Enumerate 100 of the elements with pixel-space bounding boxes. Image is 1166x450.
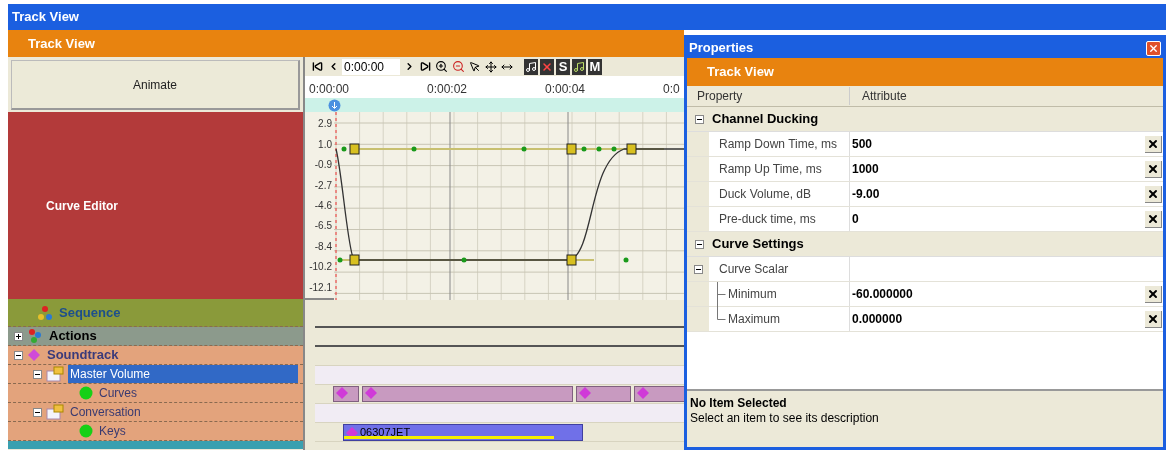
property-name: Ramp Up Time, ms xyxy=(718,161,822,178)
tangent-handle[interactable] xyxy=(341,146,347,152)
track-label[interactable]: Master Volume xyxy=(68,365,298,383)
key-button[interactable] xyxy=(572,58,586,75)
zoom-out-icon xyxy=(452,60,465,73)
clear-button[interactable] xyxy=(1145,160,1162,178)
clip-bar[interactable] xyxy=(333,386,359,402)
clip-label: 06307JET xyxy=(360,425,411,441)
key-marker[interactable] xyxy=(566,143,577,155)
property-name: Curve Scalar xyxy=(718,261,789,278)
track-lane[interactable]: 06307JET xyxy=(315,423,684,442)
collapse-icon[interactable] xyxy=(32,407,42,417)
collapse-icon[interactable] xyxy=(32,369,42,379)
properties-title: Properties xyxy=(689,39,754,58)
clear-button[interactable] xyxy=(1145,310,1162,328)
close-icon xyxy=(1148,42,1159,54)
tangent-handle[interactable] xyxy=(581,146,587,152)
tangent-handle[interactable] xyxy=(521,146,527,152)
clip-bar[interactable] xyxy=(576,386,631,402)
axis-label: -0.9 xyxy=(314,160,332,171)
nodes-icon xyxy=(27,328,43,344)
track-label[interactable]: Curves xyxy=(97,384,139,402)
expand-icon[interactable] xyxy=(13,331,23,341)
properties-header-title: Track View xyxy=(707,63,774,82)
solo-button[interactable]: S xyxy=(556,58,570,75)
diamond-icon xyxy=(27,348,41,362)
collapse-icon[interactable] xyxy=(695,114,704,124)
curve-line[interactable] xyxy=(335,148,684,261)
playhead-line[interactable] xyxy=(335,112,337,300)
time-label: 0:0 xyxy=(663,82,680,96)
key-marker[interactable] xyxy=(566,254,577,266)
description-text: Select an item to see its description xyxy=(690,411,880,426)
nodes-icon xyxy=(37,304,53,321)
zoom-out-button[interactable] xyxy=(451,58,466,75)
column-header[interactable]: Property xyxy=(687,87,850,105)
property-value[interactable]: 0.000000 xyxy=(852,310,903,328)
tangent-handle[interactable] xyxy=(611,146,617,152)
section-title[interactable]: Channel Ducking xyxy=(712,109,819,129)
time-ruler[interactable]: 0:00:00 0:00:02 0:00:04 0:0 xyxy=(305,76,684,98)
clip-bar[interactable] xyxy=(634,386,684,402)
tangent-handle[interactable] xyxy=(596,146,602,152)
clip-bar[interactable]: 06307JET xyxy=(343,424,583,441)
property-value[interactable]: 500 xyxy=(852,135,873,153)
axis-label: 2.9 xyxy=(318,119,332,130)
axis-label: -8.4 xyxy=(314,241,332,252)
section-title[interactable]: Curve Settings xyxy=(712,234,804,254)
key-marker[interactable] xyxy=(626,143,637,155)
axis-label: -2.7 xyxy=(314,180,332,191)
header-title: Track View xyxy=(28,34,95,53)
cross-icon xyxy=(1147,137,1159,150)
curve-editor-panel[interactable]: Curve Editor xyxy=(8,112,303,299)
clear-button[interactable] xyxy=(1145,210,1162,228)
property-name: Maximum xyxy=(727,311,780,328)
skip-back-icon xyxy=(311,61,323,72)
animate-button[interactable]: Animate xyxy=(11,60,300,110)
clear-button[interactable] xyxy=(1145,135,1162,153)
playhead-icon[interactable] xyxy=(328,98,341,112)
track-label[interactable]: Actions xyxy=(47,326,99,346)
cross-icon xyxy=(1147,212,1159,225)
collapse-icon[interactable] xyxy=(13,350,23,360)
property-name: Pre-duck time, ms xyxy=(718,211,816,228)
cross-icon xyxy=(1147,312,1159,325)
clear-button[interactable] xyxy=(1145,185,1162,203)
track-label[interactable]: Keys xyxy=(97,422,128,440)
track-row[interactable] xyxy=(8,441,303,449)
tangent-handle[interactable] xyxy=(461,257,467,263)
cross-icon xyxy=(1147,287,1159,300)
mute-button[interactable] xyxy=(540,58,554,75)
tangent-handle[interactable] xyxy=(337,257,343,263)
description-title: No Item Selected xyxy=(690,396,788,411)
clear-button[interactable] xyxy=(1145,285,1162,303)
zoom-in-icon xyxy=(435,60,448,73)
skip-forward-icon xyxy=(419,61,431,72)
mark-button[interactable]: M xyxy=(588,58,602,75)
folder-icon xyxy=(46,404,64,420)
music-button[interactable] xyxy=(524,58,538,75)
property-value[interactable]: 1000 xyxy=(852,160,879,178)
tangent-handle[interactable] xyxy=(623,257,629,263)
clip-bar[interactable] xyxy=(362,386,573,402)
axis-label: -6.5 xyxy=(314,221,332,232)
diamond-icon xyxy=(637,387,649,399)
tangent-handle[interactable] xyxy=(411,146,417,152)
collapse-icon[interactable] xyxy=(695,239,704,249)
zoom-in-button[interactable] xyxy=(434,58,449,75)
property-value[interactable]: -60.000000 xyxy=(852,285,913,303)
time-label: 0:00:04 xyxy=(545,82,586,96)
collapse-icon[interactable] xyxy=(693,264,703,274)
move-icon xyxy=(485,60,497,73)
key-marker[interactable] xyxy=(349,143,360,155)
property-value[interactable]: 0 xyxy=(852,210,859,228)
circle-icon xyxy=(79,386,93,400)
music-note-icon xyxy=(573,60,585,73)
property-value[interactable]: -9.00 xyxy=(852,185,880,203)
music-note-icon xyxy=(525,60,537,73)
key-marker[interactable] xyxy=(349,254,360,266)
circle-icon xyxy=(79,424,93,438)
time-field[interactable]: 0:00:00 xyxy=(342,58,400,75)
close-button[interactable] xyxy=(1146,40,1161,56)
axis-label: -12.1 xyxy=(309,282,332,293)
column-header[interactable]: Attribute xyxy=(850,87,907,105)
